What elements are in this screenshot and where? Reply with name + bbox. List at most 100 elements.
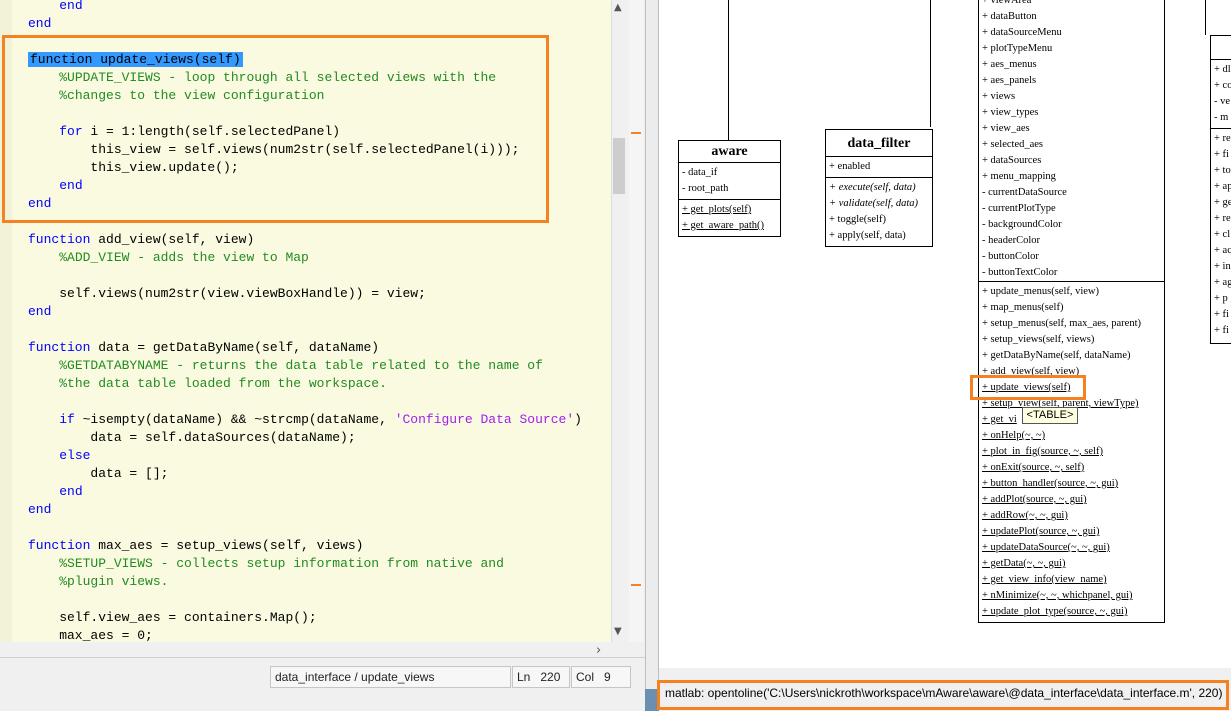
- code-line[interactable]: end: [28, 303, 582, 321]
- editor-horizontal-scrollbar[interactable]: ›: [0, 642, 611, 658]
- uml-member: + aes_menus: [982, 59, 1037, 70]
- uml-member: + setup_views(self, views): [982, 334, 1095, 345]
- code-line[interactable]: end: [28, 15, 582, 33]
- code-analyzer-bar: [629, 0, 643, 642]
- function-location: data_interface / update_views: [270, 666, 511, 688]
- attributes-section: + enabled: [826, 157, 932, 178]
- hover-tooltip: <TABLE>: [1022, 407, 1078, 424]
- code-token: end: [28, 16, 52, 31]
- code-line[interactable]: [28, 321, 582, 339]
- warning-marker[interactable]: [631, 584, 641, 586]
- code-line[interactable]: %the data table loaded from the workspac…: [28, 375, 582, 393]
- highlight-box-code: [2, 35, 549, 223]
- uml-member: + addPlot(source, ~, gui): [982, 494, 1087, 505]
- warning-marker[interactable]: [631, 132, 641, 134]
- code-line[interactable]: function add_view(self, view): [28, 231, 582, 249]
- code-line[interactable]: [28, 267, 582, 285]
- editor-scroll-thumb[interactable]: [613, 138, 625, 194]
- uml-member: + views: [982, 91, 1016, 102]
- scroll-up-icon[interactable]: ▲: [614, 2, 622, 13]
- uml-member: - data_if: [682, 167, 718, 178]
- uml-member: + ap: [1214, 181, 1231, 192]
- uml-member: + ac: [1214, 245, 1231, 256]
- code-token: max_aes = 0;: [28, 628, 153, 642]
- code-line[interactable]: %ADD_VIEW - adds the view to Map: [28, 249, 582, 267]
- code-line[interactable]: if ~isempty(dataName) && ~strcmp(dataNam…: [28, 411, 582, 429]
- code-line[interactable]: function data = getDataByName(self, data…: [28, 339, 582, 357]
- uml-member: + re: [1214, 213, 1231, 224]
- code-line[interactable]: [28, 393, 582, 411]
- code-line[interactable]: end: [28, 501, 582, 519]
- uml-member: + ge: [1214, 197, 1231, 208]
- code-line[interactable]: data = self.dataSources(dataName);: [28, 429, 582, 447]
- editor-vertical-scrollbar[interactable]: [611, 0, 627, 642]
- panel-divider[interactable]: [645, 0, 659, 711]
- code-line[interactable]: %GETDATABYNAME - returns the data table …: [28, 357, 582, 375]
- uml-member: - m: [1214, 112, 1229, 123]
- code-token: if: [59, 412, 75, 427]
- uml-member: + p: [1214, 293, 1228, 304]
- code-line[interactable]: [28, 591, 582, 609]
- uml-member: + update_menus(self, view): [982, 286, 1100, 297]
- highlight-box-method: [970, 375, 1086, 400]
- attributes-section: + dl + co - ve - m: [1211, 60, 1231, 129]
- code-token: end: [59, 0, 83, 13]
- code-line[interactable]: function max_aes = setup_views(self, vie…: [28, 537, 582, 555]
- code-token: function: [28, 232, 91, 247]
- class-box-aware[interactable]: aware - data_if - root_path + get_plots(s…: [678, 140, 781, 237]
- class-title: data_filter: [826, 130, 932, 157]
- uml-member: + in: [1214, 261, 1231, 272]
- line-number-field: Ln 220: [512, 666, 570, 688]
- uml-member: + map_menus(self): [982, 302, 1064, 313]
- uml-member: + execute(self, data): [829, 182, 916, 193]
- uml-member: + aes_panels: [982, 75, 1037, 86]
- uml-member: + updateDataSource(~, ~, gui): [982, 542, 1110, 553]
- code-line[interactable]: max_aes = 0;: [28, 627, 582, 642]
- code-token: add_view(self, view): [90, 232, 255, 247]
- uml-member: - buttonColor: [982, 251, 1039, 262]
- class-box-partial[interactable]: + dl + co - ve - m + re + fi + to + ap + ge + re…: [1210, 35, 1231, 344]
- methods-section: + re + fi + to + ap + ge + re + cl + ac + in + ag…: [1211, 129, 1231, 341]
- code-line[interactable]: [28, 519, 582, 537]
- scroll-right-icon[interactable]: ›: [596, 643, 601, 658]
- code-token: self.views(num2str(view.viewBoxHandle)) …: [28, 286, 426, 301]
- attributes-section: - data_if - root_path: [679, 163, 780, 200]
- code-line[interactable]: data = [];: [28, 465, 582, 483]
- uml-member: + get_aware_path(): [682, 220, 765, 231]
- code-line[interactable]: %SETUP_VIEWS - collects setup informatio…: [28, 555, 582, 573]
- class-box-data-filter[interactable]: data_filter + enabled + execute(self, da…: [825, 129, 933, 247]
- methods-section: + get_plots(self) + get_aware_path(): [679, 200, 780, 236]
- uml-member: + re: [1214, 133, 1231, 144]
- code-token: function: [28, 340, 91, 355]
- uml-member: + plotTypeMenu: [982, 43, 1053, 54]
- class-box-data-interface[interactable]: + viewArea + dataButton + dataSourceMenu + …: [978, 0, 1165, 623]
- code-line[interactable]: end: [28, 0, 582, 15]
- uml-member: + dataButton: [982, 11, 1037, 22]
- code-line[interactable]: self.view_aes = containers.Map();: [28, 609, 582, 627]
- uml-member: + button_handler(source, ~, gui): [982, 478, 1119, 489]
- uml-member: - buttonTextColor: [982, 267, 1058, 278]
- uml-member: + addRow(~, ~, gui): [982, 510, 1068, 521]
- col-label: Col: [576, 670, 595, 684]
- code-token: ): [574, 412, 582, 427]
- uml-member: + dataSourceMenu: [982, 27, 1062, 38]
- code-line[interactable]: self.views(num2str(view.viewBoxHandle)) …: [28, 285, 582, 303]
- ln-value: 220: [540, 670, 561, 684]
- uml-member: - backgroundColor: [982, 219, 1062, 230]
- code-line[interactable]: %plugin views.: [28, 573, 582, 591]
- code-line[interactable]: end: [28, 483, 582, 501]
- code-token: %plugin views.: [59, 574, 169, 589]
- scroll-down-icon[interactable]: ▼: [614, 626, 622, 637]
- uml-member: + updatePlot(source, ~, gui): [982, 526, 1100, 537]
- connector-line: [728, 0, 729, 140]
- uml-member: - root_path: [682, 183, 729, 194]
- uml-member: + to: [1214, 165, 1231, 176]
- uml-diagram-view[interactable]: aware - data_if - root_path + get_plots(s…: [659, 0, 1231, 668]
- uml-member: + co: [1214, 80, 1231, 91]
- uml-member: + get_plots(self): [682, 204, 752, 215]
- code-line[interactable]: else: [28, 447, 582, 465]
